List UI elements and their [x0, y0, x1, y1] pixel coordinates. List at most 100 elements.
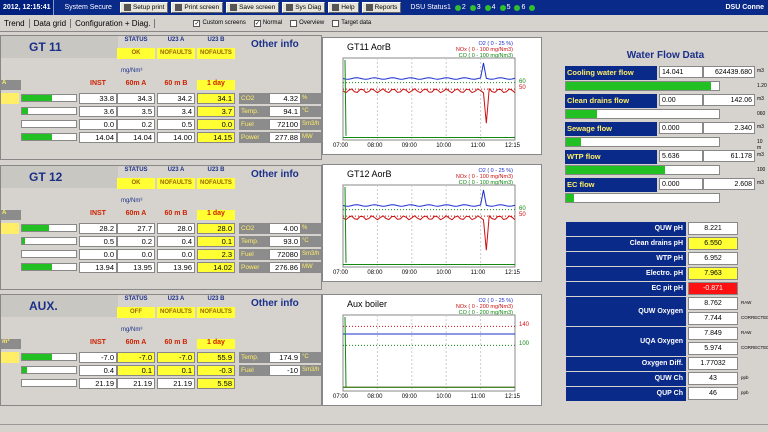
checkbox-box[interactable]: ✓	[193, 19, 201, 27]
panel-aux: AUX. STATUS OFF U23 A NOFAULTS U23 B NOFAULTS m…	[0, 294, 322, 406]
toolbar-button-5[interactable]: Reports	[361, 2, 402, 13]
water-flow-label: Sewage flow	[565, 122, 657, 136]
tab-data-grid[interactable]: Data grid	[30, 18, 72, 28]
other-info-label: Temp.	[239, 352, 269, 363]
column-header: 60m A	[125, 80, 147, 87]
trend-chart-1[interactable]: GT12 AorB O2 ( 0 - 25 %) NOx ( 0 - 100 mg/…	[322, 164, 542, 282]
value-cell: 3.4	[157, 106, 195, 117]
value-cell: 0.2	[117, 119, 155, 130]
toolbar-icon	[365, 4, 373, 11]
oxygen-corrected-value: 5.974	[688, 342, 738, 355]
value-bar	[21, 263, 77, 271]
toolbar-button-3[interactable]: Sys Diag	[282, 2, 326, 13]
checkbox-1[interactable]: ✓ Normal	[253, 19, 282, 27]
other-info-label: Fuel	[239, 119, 269, 130]
column-header: INST	[90, 210, 106, 217]
value-cell: 14.15	[197, 132, 235, 143]
chart-title: Aux boiler	[347, 299, 388, 309]
bar-fill	[566, 82, 712, 90]
water-flow-total: 61.178	[703, 150, 755, 162]
plot-frame	[342, 314, 516, 392]
checkbox-3[interactable]: Target data	[332, 19, 371, 27]
value-cell: 0.2	[117, 236, 155, 247]
quality-value: 6.952	[688, 252, 738, 265]
oxygen-raw-unit: RAW	[741, 330, 752, 335]
other-info-value: 93.0	[269, 236, 301, 247]
water-flow-label: WTP flow	[565, 150, 657, 164]
water-flow-title: Water Flow Data	[626, 50, 705, 61]
water-flow-panel: Water Flow Data Cooling water flow 14.041…	[563, 44, 768, 210]
status-value: NOFAULTS	[157, 307, 195, 318]
series-co-startup	[344, 186, 347, 263]
row-label-cell	[1, 119, 19, 130]
value-cell: 0.4	[157, 236, 195, 247]
tab-trend[interactable]: Trend	[0, 18, 30, 28]
water-flow-label: Cooling water flow	[565, 66, 657, 80]
other-info-unit: MW	[301, 132, 321, 143]
chart-title: GT11 AorB	[347, 42, 391, 52]
value-cell: 55.9	[197, 352, 235, 363]
x-tick-label: 10:00	[436, 143, 452, 149]
toolbar-button-4[interactable]: Help	[328, 2, 359, 13]
toolbar-button-2[interactable]: Save screen	[226, 2, 280, 13]
value-bar	[21, 237, 77, 245]
x-tick-label: 07:00	[333, 270, 349, 276]
column-header: 60 m B	[164, 339, 188, 346]
other-info-value: 72100	[269, 119, 301, 130]
value-cell: 0.0	[79, 119, 117, 130]
tab-configuration[interactable]: Configuration + Diag.	[71, 18, 156, 28]
x-tick-label: 08:00	[367, 270, 383, 276]
dsu-status: DSU Status 1 2 3 4 5 6	[410, 4, 536, 11]
status-value: NOFAULTS	[197, 178, 235, 189]
trend-chart-2[interactable]: Aux boiler O2 ( 0 - 25 %) NOx ( 0 - 200 mg…	[322, 294, 542, 406]
value-bar	[21, 94, 77, 102]
dsu-number: 3	[476, 4, 481, 11]
bar-fill	[22, 354, 52, 360]
water-flow-unit: m3	[757, 124, 764, 130]
value-bar	[21, 120, 77, 128]
other-info-label: Temp.	[239, 236, 269, 247]
value-cell: 0.0	[79, 249, 117, 260]
toolbar-button-0[interactable]: Setup print	[119, 2, 169, 13]
value-bar	[21, 353, 77, 361]
value-bar	[21, 366, 77, 374]
value-cell: -7.0	[117, 352, 155, 363]
quality-value: 46	[688, 387, 738, 400]
quality-value: -0.871	[688, 282, 738, 295]
quality-value: 7.963	[688, 267, 738, 280]
bar-fill	[566, 166, 666, 174]
checkbox-box[interactable]: ✓	[253, 19, 261, 27]
other-info-value: 4.00	[269, 223, 301, 234]
status-header: U23 A	[167, 37, 185, 43]
checkbox-box[interactable]	[290, 19, 298, 27]
row-label-cell	[1, 106, 19, 117]
value-cell: 14.04	[79, 132, 117, 143]
toolbar-button-1[interactable]: Print screen	[171, 2, 224, 13]
status-dot-icon	[514, 4, 521, 11]
bar-fill	[566, 194, 574, 202]
value-cell: 0.0	[157, 249, 195, 260]
status-value: NOFAULTS	[197, 48, 235, 59]
value-cell: 14.02	[197, 262, 235, 273]
checkbox-box[interactable]	[332, 19, 340, 27]
row-label-cell	[1, 352, 19, 363]
quality-value: 1.77032	[688, 357, 738, 370]
water-flow-unit: m3	[757, 96, 764, 102]
toolbar-button-label: Sys Diag	[295, 4, 322, 11]
checkbox-2[interactable]: Overview	[290, 19, 324, 27]
water-flow-rate: 0.00	[659, 94, 703, 106]
quality-label: QUP Ch	[566, 387, 686, 401]
value-cell: 14.04	[117, 132, 155, 143]
trend-chart-0[interactable]: GT11 AorB O2 ( 0 - 25 %) NOx ( 0 - 100 mg/…	[322, 37, 542, 155]
other-info-label: Fuel	[239, 365, 269, 376]
other-info-unit: °C	[301, 352, 321, 363]
column-header: INST	[90, 339, 106, 346]
dsu-connection: DSU Conne	[725, 4, 765, 11]
bar-fill	[22, 264, 52, 270]
other-info-title: Other info	[251, 169, 299, 180]
checkbox-0[interactable]: ✓ Custom screens	[193, 19, 246, 27]
status-dot-icon	[499, 4, 506, 11]
panel-gt11: GT 11 STATUS OK U23 A NOFAULTS U23 B NOFAULTS m…	[0, 35, 322, 160]
oxygen-corrected-unit: CORRECTED	[741, 315, 768, 320]
value-cell: -7.0	[79, 352, 117, 363]
